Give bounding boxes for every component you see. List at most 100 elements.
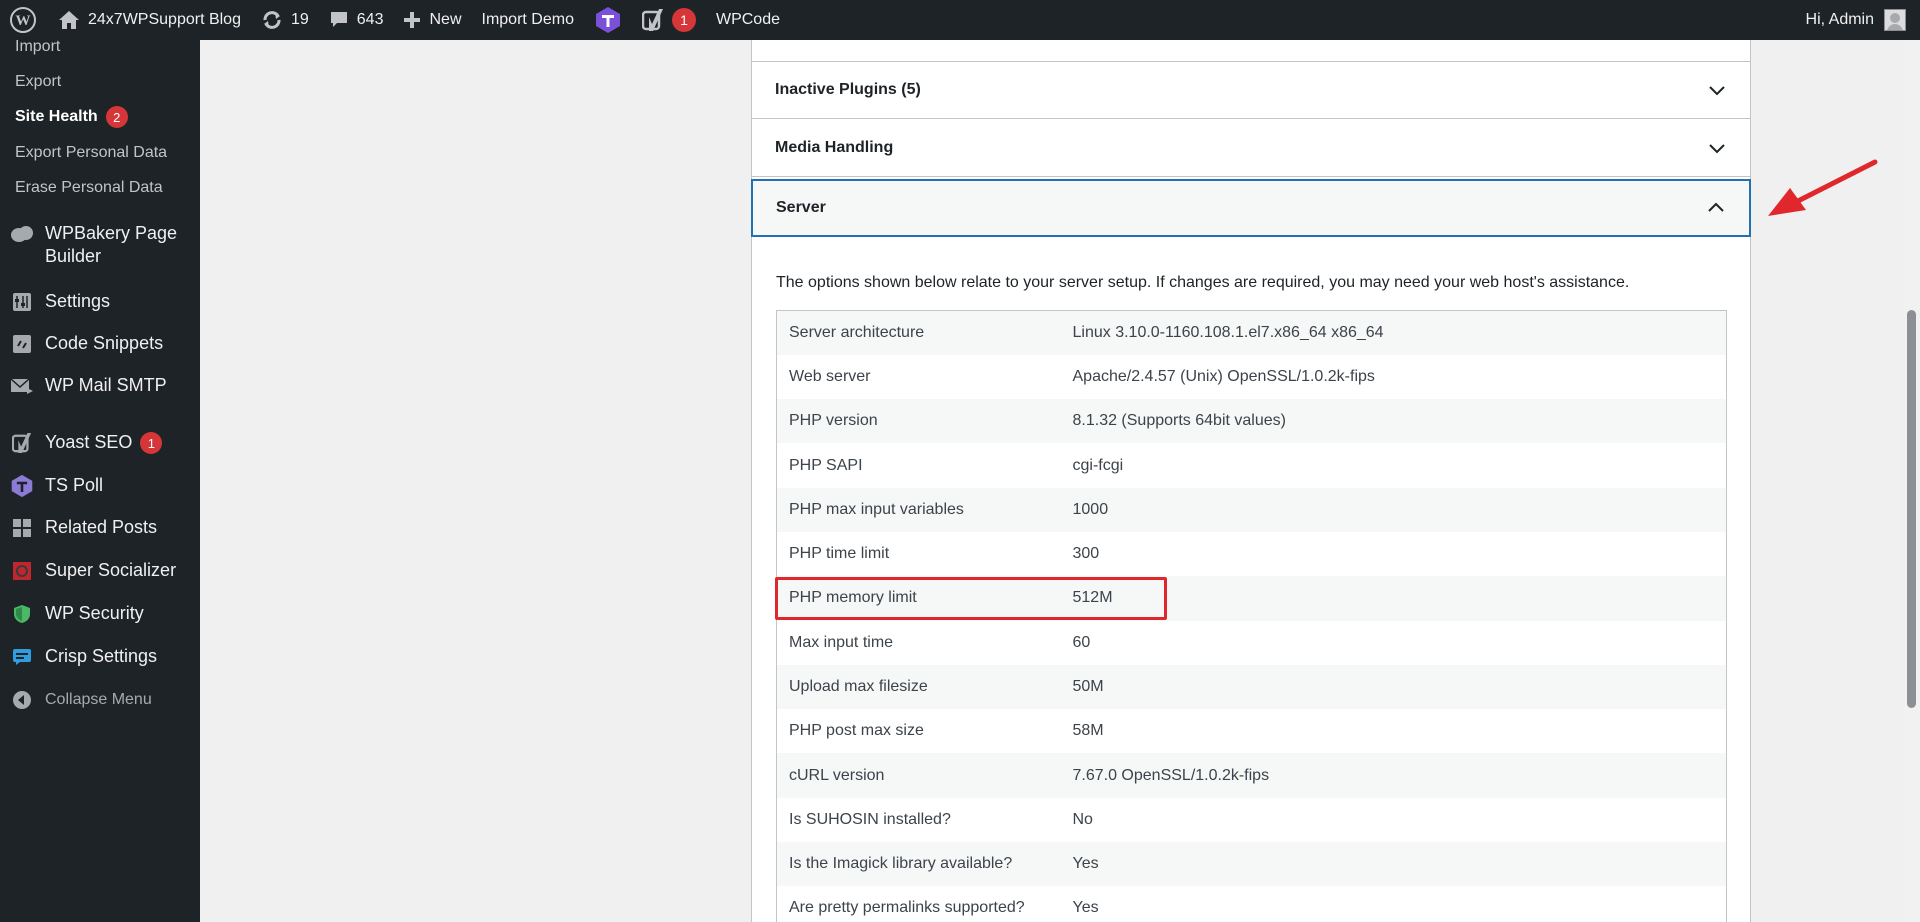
chevron-down-icon [1709,86,1725,96]
comments-menu[interactable]: 643 [319,0,394,40]
row-value: 58M [1072,722,1104,740]
row-value: 1000 [1072,500,1109,518]
home-icon [59,11,79,29]
accordion-inactive-plugins-label: Inactive Plugins (5) [775,81,921,98]
updates-menu[interactable]: 19 [251,0,319,40]
poll-icon [10,474,34,498]
settings-icon [10,290,34,314]
site-name: 24x7WPSupport Blog [88,11,241,28]
code-snippets-icon [10,332,34,356]
wpcode-menu[interactable]: WPCode [706,0,790,40]
menu-related-posts-label: Related Posts [45,517,158,537]
row-key: Are pretty permalinks supported? [789,899,1025,917]
shield-icon [10,602,34,626]
poll-logo-icon [595,7,620,33]
submenu-erase-personal-data[interactable]: Erase Personal Data [15,179,163,197]
accordion-server-label: Server [776,199,826,216]
menu-related-posts[interactable]: Related Posts [0,516,200,540]
site-health-info-content: Inactive Plugins (5) Media Handling Serv… [200,38,1900,922]
table-row: PHP time limit 300 [776,531,1727,577]
svg-text:W: W [16,13,31,29]
import-demo-label: Import Demo [481,11,574,28]
site-name-menu[interactable]: 24x7WPSupport Blog [48,0,251,40]
menu-wp-security-label: WP Security [45,603,144,623]
updates-count: 19 [290,11,309,28]
new-content-menu[interactable]: New [393,0,471,40]
accordion-media-handling[interactable]: Media Handling [752,120,1750,177]
menu-code-snippets[interactable]: Code Snippets [0,332,200,356]
scrollbar-thumb[interactable] [1907,310,1916,708]
chevron-down-icon [1709,144,1725,154]
menu-wpbakery[interactable]: WPBakery Page Builder [0,222,200,268]
menu-super-socializer[interactable]: Super Socializer [0,559,200,583]
row-key: PHP SAPI [789,456,863,474]
wpbakery-icon [10,222,34,246]
wordpress-logo-menu[interactable]: W [0,0,48,40]
submenu-export[interactable]: Export [15,73,61,91]
table-row: Server architecture Linux 3.10.0-1160.108… [776,310,1727,355]
collapse-menu-button[interactable]: Collapse Menu [0,688,200,712]
row-key: cURL version [789,766,885,784]
row-value: Linux 3.10.0-1160.108.1.el7.x86_64 x86_6… [1072,323,1384,341]
mail-icon [10,374,34,398]
table-row: Are pretty permalinks supported? Yes [776,886,1727,922]
row-value: Yes [1072,855,1099,873]
collapse-menu-label: Collapse Menu [45,691,152,708]
comments-count: 643 [356,11,384,28]
table-row: cURL version 7.67.0 OpenSSL/1.0.2k-fips [776,753,1727,798]
accordion-previous-section[interactable] [752,38,1750,62]
table-row: PHP SAPI cgi-fcgi [776,443,1727,488]
new-label: New [429,11,462,28]
admin-bar: W 24x7WPSupport Blog 19 643 New Import D… [0,0,1920,40]
table-row: Max input time 60 [776,620,1727,665]
plus-icon [404,12,421,28]
table-row: Is SUHOSIN installed? No [776,797,1727,843]
row-value: 50M [1072,678,1104,696]
menu-settings[interactable]: Settings [0,290,200,314]
row-value: Apache/2.4.57 (Unix) OpenSSL/1.0.2k-fips [1072,367,1375,385]
row-key: PHP max input variables [789,500,964,518]
submenu-import[interactable]: Import [15,38,60,56]
row-value: No [1072,810,1093,828]
row-key: PHP version [789,412,878,430]
submenu-export-personal-data[interactable]: Export Personal Data [15,144,167,162]
chat-icon [10,645,34,669]
row-key: Server architecture [789,323,925,341]
ts-poll-menu[interactable] [584,0,632,40]
site-health-badge: 2 [105,106,128,128]
menu-ts-poll-label: TS Poll [45,475,104,495]
table-row: Is the Imagick library available? Yes [776,842,1727,887]
row-key: Max input time [789,633,894,651]
annotation-arrow-icon [1768,159,1878,216]
row-value: 8.1.32 (Supports 64bit values) [1072,412,1286,430]
server-intro-text: The options shown below relate to your s… [776,274,1630,291]
greeting: Hi, Admin [1805,11,1874,28]
socializer-icon [10,559,34,583]
row-key: PHP time limit [789,545,890,563]
menu-wp-security[interactable]: WP Security [0,602,200,626]
row-value: cgi-fcgi [1072,456,1124,474]
menu-yoast-seo-text: Yoast SEO [45,432,133,452]
submenu-site-health[interactable]: Site Health 2 [15,106,128,128]
table-row: Upload max filesize 50M [776,664,1727,710]
collapse-icon [10,688,34,712]
row-key: PHP post max size [789,722,924,740]
menu-wpbakery-label: WPBakery Page Builder [45,223,178,266]
import-demo-menu[interactable]: Import Demo [472,0,584,40]
menu-ts-poll[interactable]: TS Poll [0,474,200,498]
page-scrollbar[interactable] [1903,40,1920,922]
menu-crisp-settings[interactable]: Crisp Settings [0,645,200,669]
menu-wp-mail-smtp[interactable]: WP Mail SMTP [0,374,200,398]
yoast-menu[interactable]: 1 [632,0,706,40]
accordion-server[interactable]: Server [751,179,1751,237]
accordion-inactive-plugins[interactable]: Inactive Plugins (5) [752,62,1750,119]
row-key: Upload max filesize [789,678,928,696]
menu-yoast-seo[interactable]: Yoast SEO 1 [0,431,200,455]
my-account-menu[interactable]: Hi, Admin [1796,0,1920,40]
menu-crisp-settings-label: Crisp Settings [45,646,158,666]
yoast-seo-badge: 1 [140,432,163,455]
table-row: PHP post max size 58M [776,709,1727,754]
menu-wp-mail-smtp-label: WP Mail SMTP [45,375,167,395]
table-row: Web server Apache/2.4.57 (Unix) OpenSSL/1… [776,354,1727,400]
row-key: Is SUHOSIN installed? [789,810,951,828]
